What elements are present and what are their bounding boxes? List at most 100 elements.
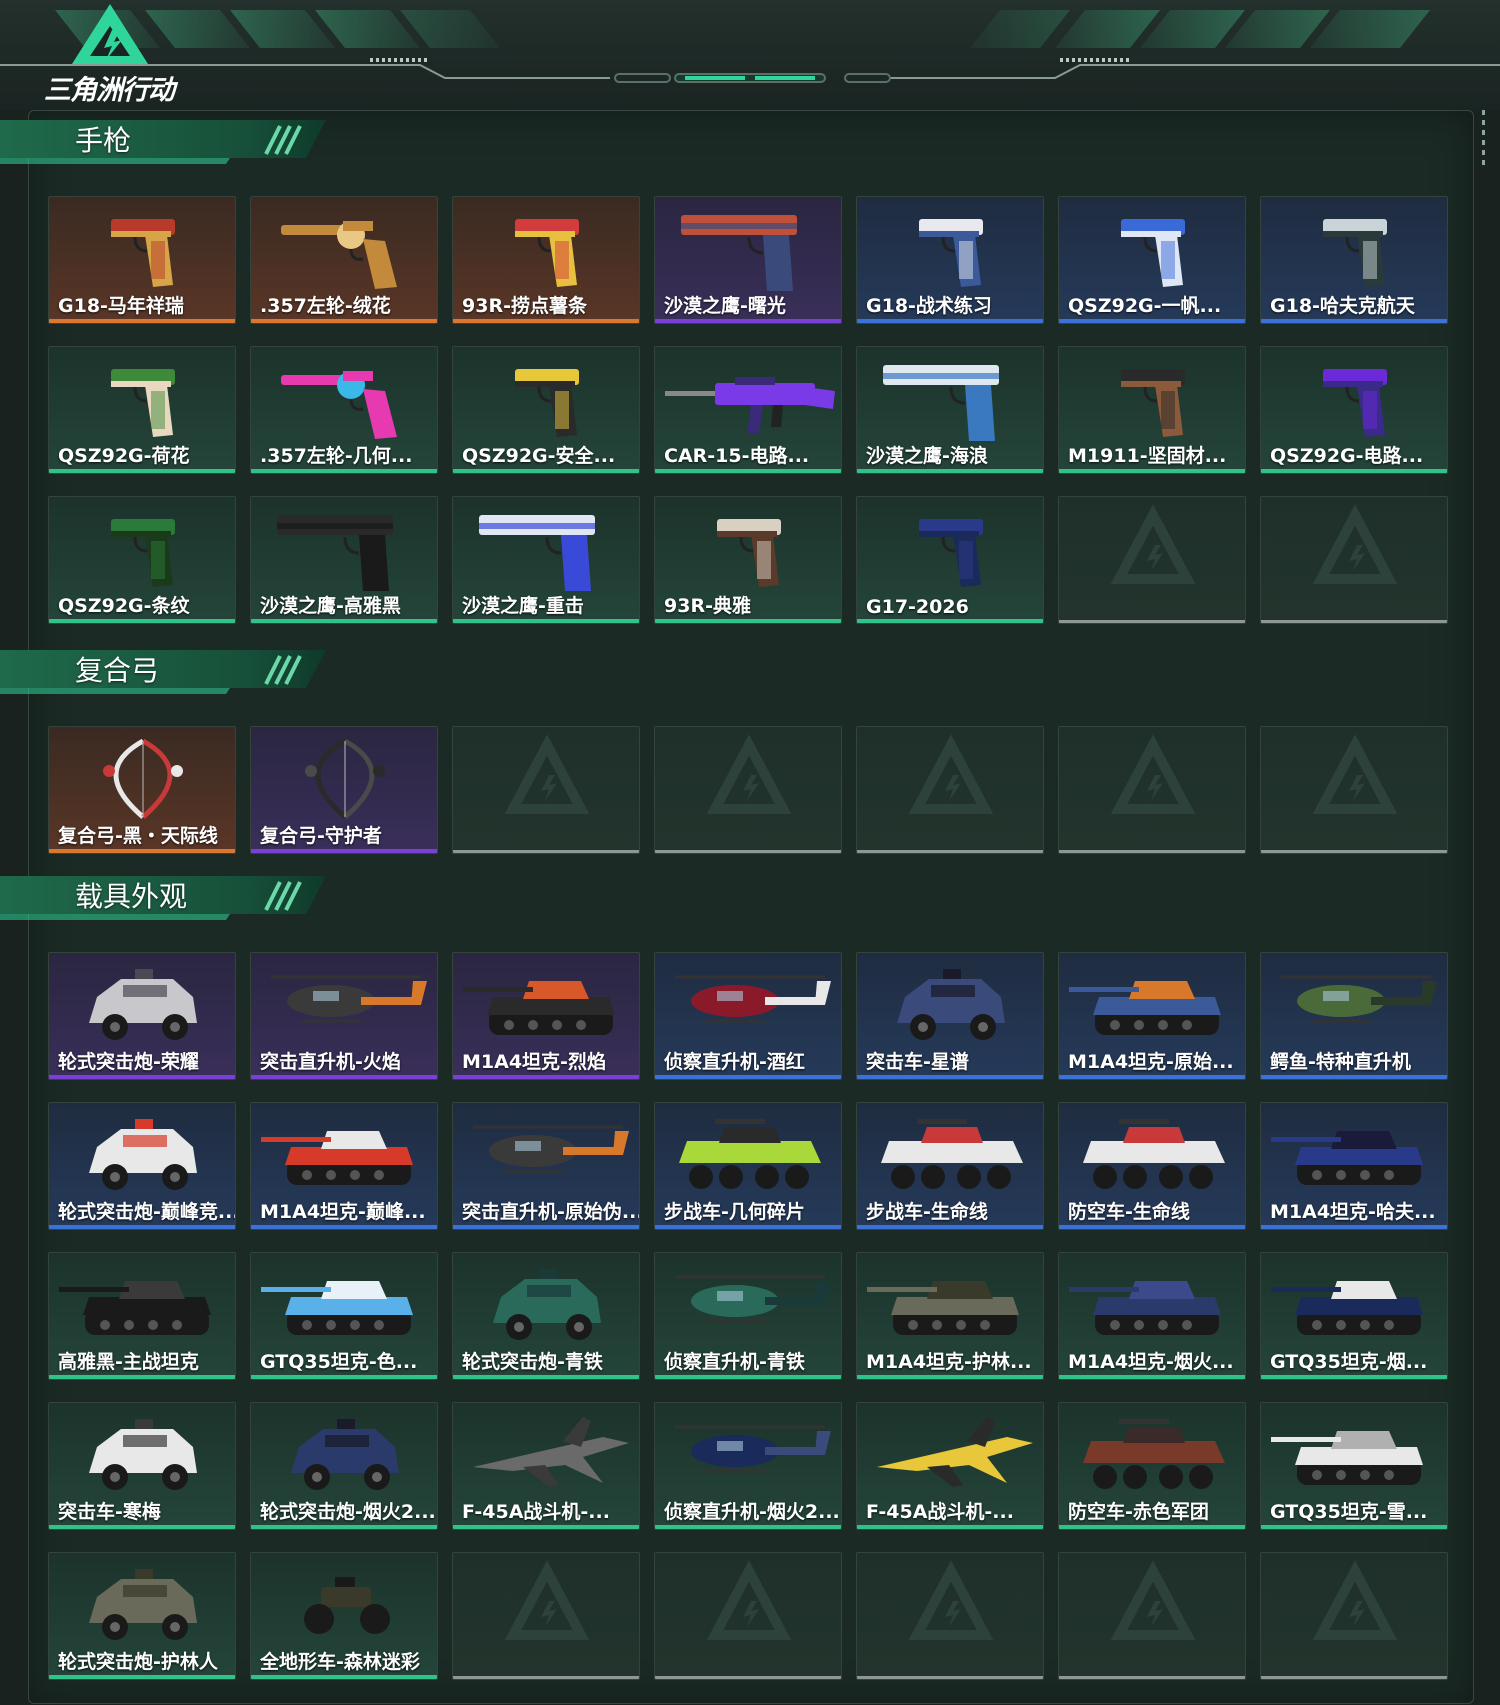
empty-slot bbox=[452, 726, 640, 854]
item-card[interactable]: 93R-捞点薯条 bbox=[452, 196, 640, 324]
empty-slot bbox=[856, 1552, 1044, 1680]
rarity-bar bbox=[857, 1375, 1043, 1379]
item-card[interactable]: CAR-15-电路... bbox=[654, 346, 842, 474]
header-divider bbox=[0, 58, 1500, 83]
item-card[interactable]: 步战车-几何碎片 bbox=[654, 1102, 842, 1230]
item-name: 侦察直升机-酒红 bbox=[664, 1051, 805, 1073]
rarity-bar bbox=[453, 619, 639, 623]
item-card[interactable]: 侦察直升机-青铁 bbox=[654, 1252, 842, 1380]
item-card[interactable]: 沙漠之鹰-高雅黑 bbox=[250, 496, 438, 624]
item-card[interactable]: M1A4坦克-巅峰... bbox=[250, 1102, 438, 1230]
rarity-bar bbox=[49, 1525, 235, 1529]
item-card[interactable]: 轮式突击炮-荣耀 bbox=[48, 952, 236, 1080]
item-card[interactable]: QSZ92G-电路... bbox=[1260, 346, 1448, 474]
empty-slot bbox=[1260, 726, 1448, 854]
item-card[interactable]: 高雅黑-主战坦克 bbox=[48, 1252, 236, 1380]
item-card[interactable]: 侦察直升机-烟火2... bbox=[654, 1402, 842, 1530]
item-card[interactable]: M1A4坦克-哈夫... bbox=[1260, 1102, 1448, 1230]
rarity-bar bbox=[49, 1225, 235, 1229]
rarity-bar bbox=[1261, 1525, 1447, 1529]
item-card[interactable]: M1A4坦克-原始... bbox=[1058, 952, 1246, 1080]
item-name: 复合弓-守护者 bbox=[260, 825, 382, 847]
item-card[interactable]: 突击车-星谱 bbox=[856, 952, 1044, 1080]
item-card[interactable]: .357左轮-绒花 bbox=[250, 196, 438, 324]
item-card[interactable]: G17-2026 bbox=[856, 496, 1044, 624]
item-card[interactable]: 93R-典雅 bbox=[654, 496, 842, 624]
item-name: G18-战术练习 bbox=[866, 295, 992, 317]
item-card[interactable]: QSZ92G-安全... bbox=[452, 346, 640, 474]
item-card[interactable]: QSZ92G-荷花 bbox=[48, 346, 236, 474]
item-card[interactable]: 全地形车-森林迷彩 bbox=[250, 1552, 438, 1680]
item-card[interactable]: GTQ35坦克-烟... bbox=[1260, 1252, 1448, 1380]
empty-slot bbox=[654, 1552, 842, 1680]
item-card[interactable]: M1A4坦克-烈焰 bbox=[452, 952, 640, 1080]
rarity-bar bbox=[453, 319, 639, 323]
item-card[interactable]: M1911-坚固材... bbox=[1058, 346, 1246, 474]
item-card[interactable]: G18-哈夫克航天 bbox=[1260, 196, 1448, 324]
scrollbar[interactable] bbox=[1482, 110, 1486, 180]
item-name: G18-哈夫克航天 bbox=[1270, 295, 1415, 317]
rarity-bar bbox=[857, 1225, 1043, 1229]
rarity-bar bbox=[1059, 1075, 1245, 1079]
item-card[interactable]: 鳄鱼-特种直升机 bbox=[1260, 952, 1448, 1080]
empty-slot bbox=[856, 726, 1044, 854]
item-card[interactable]: QSZ92G-条纹 bbox=[48, 496, 236, 624]
item-card[interactable]: 沙漠之鹰-海浪 bbox=[856, 346, 1044, 474]
item-name: 93R-典雅 bbox=[664, 595, 751, 617]
item-name: F-45A战斗机-... bbox=[866, 1501, 1014, 1523]
rarity-bar bbox=[251, 1525, 437, 1529]
rarity-bar bbox=[251, 1375, 437, 1379]
item-card[interactable]: 沙漠之鹰-曙光 bbox=[654, 196, 842, 324]
section-title: 手枪 bbox=[75, 124, 132, 157]
top-header: 三角洲行动 bbox=[0, 0, 1500, 110]
item-card[interactable]: G18-马年祥瑞 bbox=[48, 196, 236, 324]
item-name: 全地形车-森林迷彩 bbox=[260, 1651, 420, 1673]
item-name: M1A4坦克-巅峰... bbox=[260, 1201, 426, 1223]
item-card[interactable]: F-45A战斗机-... bbox=[856, 1402, 1044, 1530]
rarity-bar bbox=[655, 469, 841, 473]
item-card[interactable]: 轮式突击炮-巅峰竞... bbox=[48, 1102, 236, 1230]
item-card[interactable]: 突击车-寒梅 bbox=[48, 1402, 236, 1530]
empty-slot bbox=[1058, 496, 1246, 624]
item-card[interactable]: F-45A战斗机-... bbox=[452, 1402, 640, 1530]
section-title: 载具外观 bbox=[75, 880, 188, 913]
item-card[interactable]: 侦察直升机-酒红 bbox=[654, 952, 842, 1080]
game-logo-text: 三角洲行动 bbox=[44, 75, 175, 106]
item-card[interactable]: 防空车-赤色军团 bbox=[1058, 1402, 1246, 1530]
rarity-bar bbox=[251, 469, 437, 473]
item-card[interactable]: 防空车-生命线 bbox=[1058, 1102, 1246, 1230]
item-name: 沙漠之鹰-重击 bbox=[462, 595, 584, 617]
rarity-bar bbox=[251, 1675, 437, 1679]
item-card[interactable]: 轮式突击炮-护林人 bbox=[48, 1552, 236, 1680]
empty-slot bbox=[1260, 496, 1448, 624]
rarity-bar bbox=[453, 1075, 639, 1079]
item-card[interactable]: GTQ35坦克-色... bbox=[250, 1252, 438, 1380]
item-card[interactable]: .357左轮-几何... bbox=[250, 346, 438, 474]
rarity-bar bbox=[251, 1225, 437, 1229]
empty-slot bbox=[1058, 726, 1246, 854]
item-name: 沙漠之鹰-海浪 bbox=[866, 445, 988, 467]
item-card[interactable]: 复合弓-守护者 bbox=[250, 726, 438, 854]
item-card[interactable]: 复合弓-黑・天际线 bbox=[48, 726, 236, 854]
item-card[interactable]: 突击直升机-原始伪... bbox=[452, 1102, 640, 1230]
rarity-bar bbox=[655, 1225, 841, 1229]
item-name: 沙漠之鹰-高雅黑 bbox=[260, 595, 401, 617]
item-name: 侦察直升机-青铁 bbox=[664, 1351, 805, 1373]
item-card[interactable]: 轮式突击炮-烟火2... bbox=[250, 1402, 438, 1530]
rarity-bar bbox=[49, 1675, 235, 1679]
item-card[interactable]: GTQ35坦克-雪... bbox=[1260, 1402, 1448, 1530]
item-card[interactable]: 步战车-生命线 bbox=[856, 1102, 1044, 1230]
item-name: 防空车-生命线 bbox=[1068, 1201, 1190, 1223]
rarity-bar bbox=[1261, 1375, 1447, 1379]
item-name: CAR-15-电路... bbox=[664, 445, 810, 467]
item-card[interactable]: 突击直升机-火焰 bbox=[250, 952, 438, 1080]
item-card[interactable]: QSZ92G-一帆... bbox=[1058, 196, 1246, 324]
item-card[interactable]: M1A4坦克-烟火... bbox=[1058, 1252, 1246, 1380]
item-card[interactable]: 沙漠之鹰-重击 bbox=[452, 496, 640, 624]
item-card[interactable]: M1A4坦克-护林... bbox=[856, 1252, 1044, 1380]
rarity-bar bbox=[1059, 1225, 1245, 1229]
rarity-bar bbox=[857, 1075, 1043, 1079]
item-card[interactable]: G18-战术练习 bbox=[856, 196, 1044, 324]
item-card[interactable]: 轮式突击炮-青铁 bbox=[452, 1252, 640, 1380]
rarity-bar bbox=[857, 469, 1043, 473]
